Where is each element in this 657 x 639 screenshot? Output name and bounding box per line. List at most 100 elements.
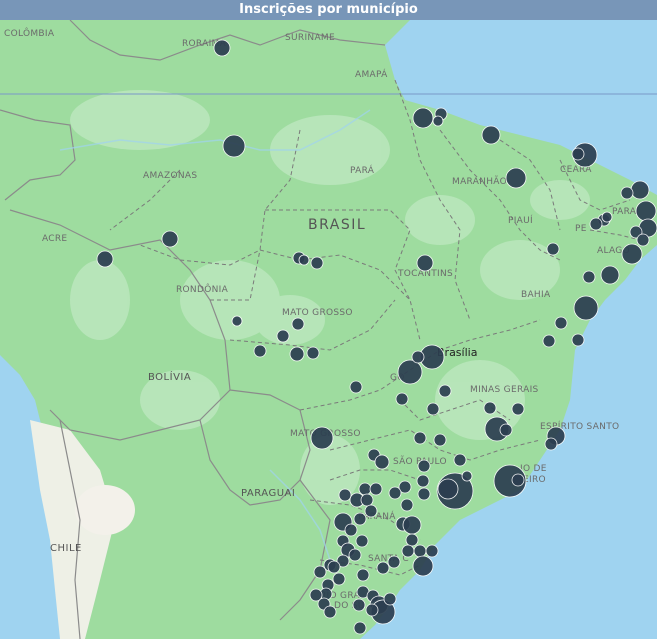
label-acre: ACRE bbox=[42, 234, 67, 244]
municipality-bubble[interactable] bbox=[360, 493, 374, 507]
municipality-bubble[interactable] bbox=[276, 329, 290, 343]
municipality-bubble[interactable] bbox=[376, 561, 390, 575]
municipality-bubble[interactable] bbox=[291, 317, 305, 331]
municipality-bubble[interactable] bbox=[481, 125, 501, 145]
label-brasil: BRASIL bbox=[308, 217, 366, 233]
municipality-bubble[interactable] bbox=[397, 359, 423, 385]
municipality-bubble[interactable] bbox=[222, 134, 246, 158]
municipality-bubble[interactable] bbox=[344, 523, 358, 537]
municipality-bubble[interactable] bbox=[161, 230, 179, 248]
municipality-bubble[interactable] bbox=[505, 167, 527, 189]
municipality-bubble[interactable] bbox=[499, 423, 513, 437]
label-amapa: AMAPÁ bbox=[355, 68, 388, 80]
municipality-bubble[interactable] bbox=[511, 473, 525, 487]
label-rondonia: RONDÔNIA bbox=[176, 283, 229, 295]
municipality-bubble[interactable] bbox=[352, 598, 366, 612]
label-bolivia: BOLÍVIA bbox=[148, 370, 191, 383]
municipality-bubble[interactable] bbox=[438, 384, 452, 398]
municipality-bubble[interactable] bbox=[364, 504, 378, 518]
municipality-bubble[interactable] bbox=[401, 544, 415, 558]
municipality-bubble[interactable] bbox=[353, 621, 367, 635]
municipality-bubble[interactable] bbox=[313, 565, 327, 579]
municipality-bubble[interactable] bbox=[323, 605, 337, 619]
municipality-bubble[interactable] bbox=[432, 115, 444, 127]
label-janeiro: EIRO bbox=[523, 475, 546, 485]
label-pe: PE bbox=[575, 224, 587, 234]
municipality-bubble[interactable] bbox=[365, 603, 379, 617]
municipality-bubble[interactable] bbox=[416, 254, 434, 272]
label-piaui: PIAUÍ bbox=[508, 214, 533, 226]
municipality-bubble[interactable] bbox=[395, 392, 409, 406]
municipality-bubble[interactable] bbox=[356, 568, 370, 582]
label-para: PARÁ bbox=[350, 164, 375, 176]
municipality-bubble[interactable] bbox=[402, 515, 422, 535]
municipality-bubble[interactable] bbox=[621, 243, 643, 265]
municipality-bubble[interactable] bbox=[630, 180, 650, 200]
municipality-bubble[interactable] bbox=[213, 39, 231, 57]
municipality-bubble[interactable] bbox=[413, 431, 427, 445]
label-minas-gerais: MINAS GERAIS bbox=[470, 385, 539, 395]
municipality-bubble[interactable] bbox=[253, 344, 267, 358]
municipality-bubble[interactable] bbox=[433, 433, 447, 447]
municipality-bubble[interactable] bbox=[349, 380, 363, 394]
dry-patch bbox=[75, 485, 135, 535]
municipality-bubble[interactable] bbox=[327, 560, 341, 574]
municipality-bubble[interactable] bbox=[582, 270, 596, 284]
label-mato-grosso: MATO GROSSO bbox=[282, 308, 353, 318]
map-frame: Inscrições por município COLÔMBIA SURINA… bbox=[0, 0, 657, 639]
municipality-bubble[interactable] bbox=[554, 316, 568, 330]
municipality-bubble[interactable] bbox=[387, 555, 401, 569]
municipality-bubble[interactable] bbox=[426, 402, 440, 416]
municipality-bubble[interactable] bbox=[635, 200, 657, 222]
municipality-bubble[interactable] bbox=[96, 250, 114, 268]
map-canvas[interactable]: COLÔMBIA SURINAME RORAIMA AMAPÁ AMAZONAS… bbox=[0, 0, 657, 639]
municipality-bubble[interactable] bbox=[601, 211, 613, 223]
municipality-bubble[interactable] bbox=[511, 402, 525, 416]
municipality-bubble[interactable] bbox=[411, 350, 425, 364]
municipality-bubble[interactable] bbox=[298, 254, 310, 266]
municipality-bubble[interactable] bbox=[388, 486, 402, 500]
municipality-bubble[interactable] bbox=[405, 533, 419, 547]
label-maranhao: MARANHÃO bbox=[452, 176, 507, 187]
label-bahia: BAHIA bbox=[521, 290, 551, 300]
municipality-bubble[interactable] bbox=[417, 459, 431, 473]
municipality-bubble[interactable] bbox=[310, 426, 334, 450]
municipality-bubble[interactable] bbox=[353, 512, 367, 526]
municipality-bubble[interactable] bbox=[542, 334, 556, 348]
municipality-bubble[interactable] bbox=[412, 107, 434, 129]
label-amazonas: AMAZONAS bbox=[143, 171, 197, 181]
municipality-bubble[interactable] bbox=[400, 498, 414, 512]
municipality-bubble[interactable] bbox=[453, 453, 467, 467]
municipality-bubble[interactable] bbox=[571, 333, 585, 347]
municipality-bubble[interactable] bbox=[310, 256, 324, 270]
municipality-bubble[interactable] bbox=[483, 401, 497, 415]
municipality-bubble[interactable] bbox=[358, 482, 372, 496]
municipality-bubble[interactable] bbox=[412, 555, 434, 577]
label-suriname: SURINAME bbox=[285, 33, 335, 43]
map-title: Inscrições por município bbox=[0, 0, 657, 20]
municipality-bubble[interactable] bbox=[369, 482, 383, 496]
municipality-bubble[interactable] bbox=[306, 346, 320, 360]
municipality-bubble[interactable] bbox=[332, 572, 346, 586]
municipality-bubble[interactable] bbox=[544, 437, 558, 451]
municipality-bubble[interactable] bbox=[425, 544, 439, 558]
municipality-bubble[interactable] bbox=[383, 592, 397, 606]
municipality-bubble[interactable] bbox=[573, 295, 599, 321]
municipality-bubble[interactable] bbox=[461, 470, 473, 482]
municipality-bubble[interactable] bbox=[600, 265, 620, 285]
municipality-bubble[interactable] bbox=[348, 548, 362, 562]
municipality-bubble[interactable] bbox=[413, 544, 427, 558]
municipality-bubble[interactable] bbox=[355, 534, 369, 548]
municipality-bubble[interactable] bbox=[338, 488, 352, 502]
municipality-bubble[interactable] bbox=[620, 186, 634, 200]
municipality-bubble[interactable] bbox=[546, 242, 560, 256]
municipality-bubble[interactable] bbox=[437, 478, 459, 500]
municipality-bubble[interactable] bbox=[636, 233, 650, 247]
municipality-bubble[interactable] bbox=[417, 487, 431, 501]
municipality-bubble[interactable] bbox=[231, 315, 243, 327]
municipality-bubble[interactable] bbox=[289, 346, 305, 362]
municipality-bubble[interactable] bbox=[589, 217, 603, 231]
municipality-bubble[interactable] bbox=[416, 474, 430, 488]
municipality-bubble[interactable] bbox=[374, 454, 390, 470]
municipality-bubble[interactable] bbox=[571, 147, 585, 161]
